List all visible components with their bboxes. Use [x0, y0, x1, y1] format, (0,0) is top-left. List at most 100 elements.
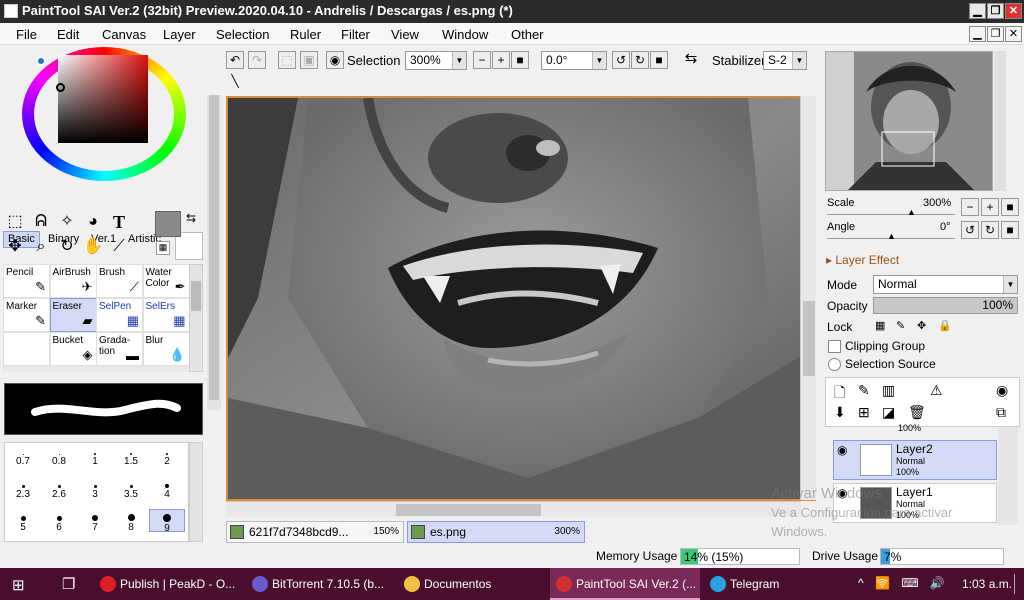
transfer-down-icon[interactable]: ⬇	[834, 404, 846, 421]
scale-slider[interactable]: ▲	[827, 207, 955, 217]
taskbar-item[interactable]: Telegram	[704, 568, 804, 600]
brush-selers[interactable]: SelErs ▦	[142, 298, 189, 332]
brush-brush[interactable]: Brush ⟋	[96, 264, 143, 298]
selection-source-radio[interactable]	[828, 358, 841, 371]
saturation-value-square[interactable]	[58, 55, 148, 143]
stabilizer-select[interactable]: S-2 ▼	[763, 51, 807, 70]
nav-rotate-reset-button[interactable]: ■	[1001, 221, 1019, 239]
menu-window[interactable]: Window	[442, 27, 488, 42]
brush-size-3.5[interactable]: 3.5	[113, 476, 149, 500]
fill-shape-icon[interactable]: ◕	[82, 211, 104, 233]
navigator-preview[interactable]	[825, 51, 993, 191]
menu-ruler[interactable]: Ruler	[290, 27, 321, 42]
duplicate-layer-icon[interactable]: ⧉	[996, 404, 1006, 421]
new-layer-icon[interactable]: 🗋	[834, 382, 845, 406]
rotate-right-button[interactable]: ↻	[631, 51, 649, 69]
document-tab[interactable]: 621f7d7348bcd9... 150%	[226, 521, 404, 543]
brush-size-2.6[interactable]: 2.6	[41, 476, 77, 500]
menu-other[interactable]: Other	[511, 27, 544, 42]
menu-file[interactable]: File	[16, 27, 37, 42]
new-linework-layer-icon[interactable]: ✎	[858, 382, 870, 399]
nav-zoom-out-button[interactable]: −	[961, 198, 979, 216]
menu-edit[interactable]: Edit	[57, 27, 79, 42]
minimize-button[interactable]: ▁	[969, 3, 986, 19]
rotate-icon[interactable]: ↻	[56, 236, 78, 258]
angle-select[interactable]: 0.0° ▼	[541, 51, 607, 70]
canvas-horizontal-scrollbar[interactable]	[226, 501, 801, 517]
zoom-icon[interactable]: ⌕	[30, 236, 52, 258]
brush-size-1.5[interactable]: 1.5	[113, 443, 149, 467]
delete-layer-icon[interactable]: 🗑	[908, 404, 926, 421]
move-icon[interactable]: ✥	[4, 236, 26, 258]
mdi-close-button[interactable]: ✕	[1005, 26, 1022, 42]
angle-slider[interactable]: ▲	[827, 231, 955, 241]
brush-airbrush[interactable]: AirBrush ✈	[49, 264, 97, 298]
taskbar-item[interactable]: BitTorrent 7.10.5 (b...	[246, 568, 396, 600]
canvas-vertical-scrollbar[interactable]	[800, 96, 816, 500]
straight-line-icon[interactable]: ╲	[226, 73, 244, 91]
nav-zoom-in-button[interactable]: +	[981, 198, 999, 216]
menu-canvas[interactable]: Canvas	[102, 27, 146, 42]
show-desktop-button[interactable]	[1014, 574, 1022, 594]
nav-rotate-right-button[interactable]: ↻	[981, 221, 999, 239]
taskbar-item[interactable]: Publish | PeakD - O...	[94, 568, 244, 600]
document-tab[interactable]: es.png 300%	[407, 521, 585, 543]
brush-size-0.7[interactable]: 0.7	[5, 443, 41, 467]
magic-wand-icon[interactable]: ✧	[56, 211, 78, 233]
layers-scrollbar[interactable]	[998, 427, 1018, 525]
color-picker-handle[interactable]	[56, 83, 65, 92]
brush-size-2[interactable]: 2	[149, 443, 185, 467]
eyedropper-icon[interactable]: ⟋	[108, 236, 130, 258]
brush-size-6[interactable]: 6	[41, 509, 77, 533]
lock-move-icon[interactable]: ✥	[917, 319, 926, 332]
rect-select-icon[interactable]: ⬚	[4, 211, 26, 233]
brush-grid-scrollbar[interactable]	[189, 264, 203, 372]
brush-grada-tion[interactable]: Grada-tion ▬	[96, 332, 143, 366]
brush-marker[interactable]: Marker ✎	[3, 298, 50, 332]
zoom-in-button[interactable]: +	[492, 51, 510, 69]
left-panel-splitter[interactable]	[207, 70, 221, 410]
nav-zoom-reset-button[interactable]: ■	[1001, 198, 1019, 216]
undo-button[interactable]: ↶	[226, 51, 244, 69]
blend-mode-select[interactable]: Normal ▼	[873, 275, 1018, 294]
menu-view[interactable]: View	[391, 27, 419, 42]
rotate-left-button[interactable]: ↺	[612, 51, 630, 69]
brush-blur[interactable]: Blur 💧	[142, 332, 189, 366]
new-folder-icon[interactable]: ▥	[882, 382, 895, 399]
foreground-color-swatch[interactable]	[155, 211, 181, 237]
layer-mask-icon[interactable]: ⚠	[930, 382, 943, 399]
menu-selection[interactable]: Selection	[216, 27, 269, 42]
hand-icon[interactable]: ✋	[82, 236, 104, 258]
transparent-color-icon[interactable]: ▦	[156, 241, 170, 255]
taskbar-item[interactable]: Documentos	[398, 568, 546, 600]
flip-horizontal-icon[interactable]: ⇆	[682, 51, 700, 69]
brush-size-9[interactable]: 9	[149, 509, 185, 534]
navigator-scrollbar[interactable]	[994, 51, 1006, 191]
task-view-icon[interactable]: ❐	[62, 575, 75, 593]
zoom-select[interactable]: 300% ▼	[405, 51, 467, 70]
show-selection-eye-icon[interactable]: ◉	[326, 51, 344, 69]
invert-selection-button[interactable]: ▣	[300, 51, 318, 69]
brush-pencil[interactable]: Pencil ✎	[3, 264, 50, 298]
menu-layer[interactable]: Layer	[163, 27, 196, 42]
mdi-minimize-button[interactable]: ▁	[969, 26, 986, 42]
brush-selpen[interactable]: SelPen ▦	[96, 298, 143, 332]
start-icon[interactable]: ⊞	[12, 576, 25, 594]
taskbar-item[interactable]: PaintTool SAI Ver.2 (...	[550, 568, 700, 600]
brush-water-color[interactable]: Water Color ✒	[142, 264, 189, 298]
brush-size-8[interactable]: 8	[113, 509, 149, 533]
zoom-out-button[interactable]: −	[473, 51, 491, 69]
nav-rotate-left-button[interactable]: ↺	[961, 221, 979, 239]
layer-effect-expander[interactable]: ▸ Layer Effect	[826, 253, 899, 267]
brush-size-4[interactable]: 4	[149, 476, 185, 500]
close-button[interactable]: ✕	[1005, 3, 1022, 19]
brush-size-5[interactable]: 5	[5, 509, 41, 533]
clear-layer-icon[interactable]: ◪	[882, 404, 895, 421]
brush-size-scrollbar[interactable]	[189, 442, 203, 542]
record-icon[interactable]: ◉	[996, 382, 1008, 399]
brush-size-1[interactable]: 1	[77, 443, 113, 467]
deselect-button[interactable]: ⬚	[278, 51, 296, 69]
rotate-reset-button[interactable]: ■	[650, 51, 668, 69]
merge-down-icon[interactable]: ⊞	[858, 404, 870, 421]
brush-size-2.3[interactable]: 2.3	[5, 476, 41, 500]
